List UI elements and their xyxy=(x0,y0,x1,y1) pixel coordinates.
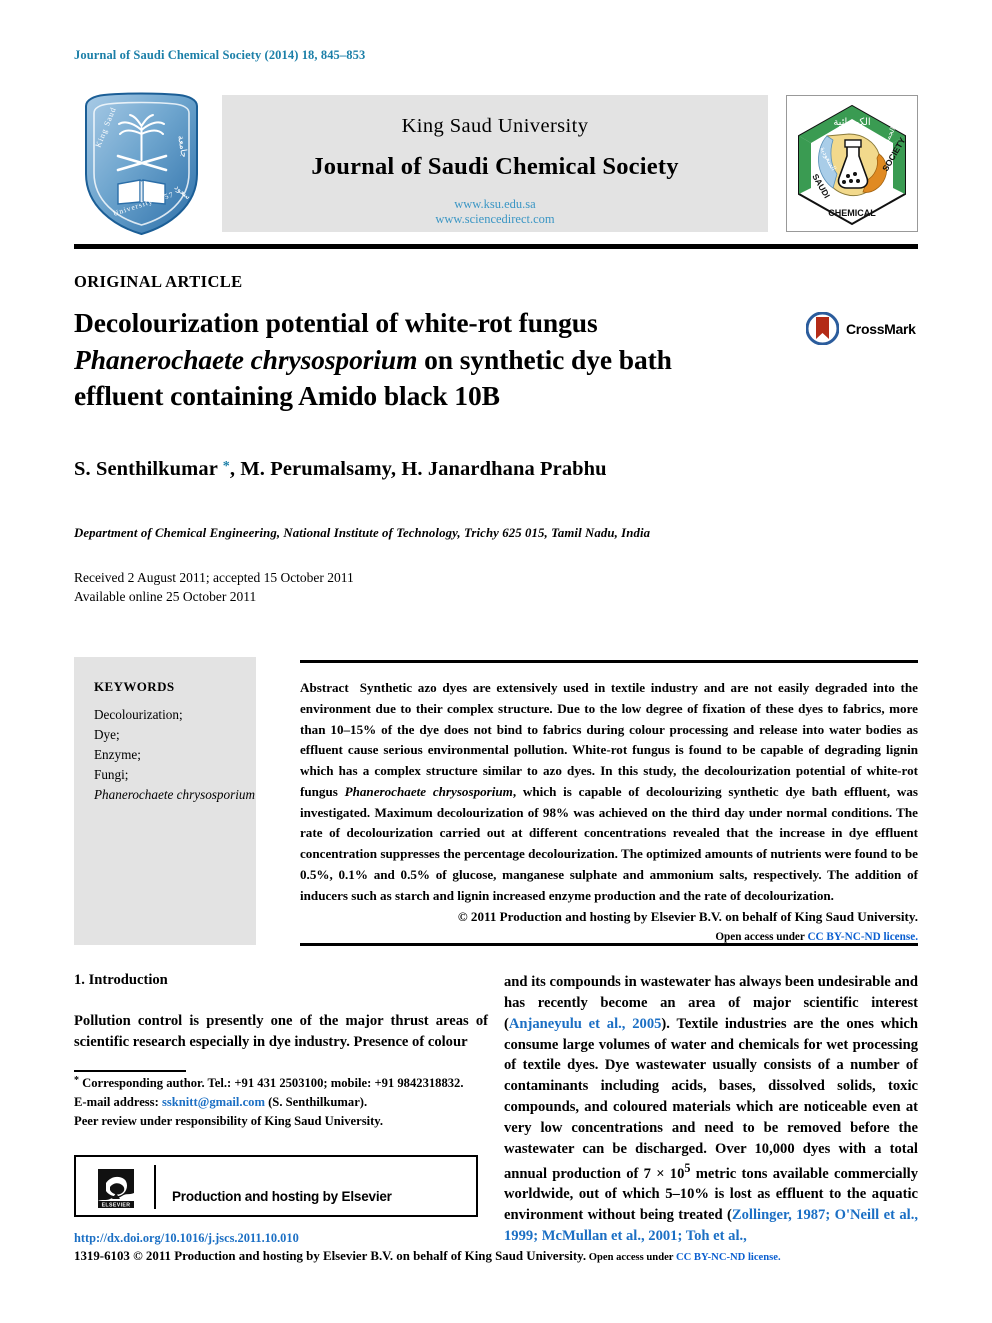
svg-text:CHEMICAL: CHEMICAL xyxy=(828,208,876,218)
keywords-box: KEYWORDS Decolourization; Dye; Enzyme; F… xyxy=(74,657,256,945)
author-first: S. Senthilkumar xyxy=(74,458,223,480)
footnote-block: * Corresponding author. Tel.: +91 431 25… xyxy=(74,1074,488,1130)
cc-license-link[interactable]: CC BY-NC-ND license. xyxy=(807,931,918,943)
footnote-rule xyxy=(74,1070,186,1072)
author-list: S. Senthilkumar *, M. Perumalsamy, H. Ja… xyxy=(74,458,607,481)
article-dates: Received 2 August 2011; accepted 15 Octo… xyxy=(74,568,354,606)
crossmark-label: CrossMark xyxy=(846,321,916,337)
sciencedirect-url-link[interactable]: www.sciencedirect.com xyxy=(222,212,768,227)
email-note: E-mail address: ssknitt@gmail.com (S. Se… xyxy=(74,1093,488,1111)
right-column: and its compounds in wastewater has alwa… xyxy=(504,972,918,1247)
article-type-label: ORIGINAL ARTICLE xyxy=(74,272,243,291)
received-date: Received 2 August 2011; accepted 15 Octo… xyxy=(74,570,354,585)
crossmark-icon xyxy=(805,311,840,346)
open-access-prefix: Open access under xyxy=(715,931,808,943)
email-link[interactable]: ssknitt@gmail.com xyxy=(162,1095,265,1109)
affiliation: Department of Chemical Engineering, Nati… xyxy=(74,526,651,540)
journal-masthead: King Saud University 1957 جامعة الملك سع… xyxy=(74,88,918,238)
elsevier-tree-icon: ELSEVIER xyxy=(92,1163,140,1211)
abstract-bottom-rule xyxy=(300,943,918,946)
publisher-name: King Saud University xyxy=(401,115,589,137)
doi-link[interactable]: http://dx.doi.org/10.1016/j.jscs.2011.10… xyxy=(74,1231,299,1246)
issn-copyright-text: 1319-6103 © 2011 Production and hosting … xyxy=(74,1249,587,1263)
saudi-chemical-society-logo-icon: الكيميائية السعودية الجمعية SAUDI CHEMIC… xyxy=(786,95,918,232)
abstract-top-rule xyxy=(300,660,918,663)
title-line-2-rest: on synthetic dye bath xyxy=(417,343,672,375)
keyword-item: Fungi; xyxy=(94,767,129,783)
corresponding-author-marker: * xyxy=(222,459,230,474)
available-online-date: Available online 25 October 2011 xyxy=(74,589,257,605)
email-suffix: (S. Senthilkumar). xyxy=(264,1095,368,1109)
article-page: Journal of Saudi Chemical Society (2014)… xyxy=(0,0,992,1323)
masthead-title-block: King Saud University Journal of Saudi Ch… xyxy=(222,95,768,232)
corresponding-author-note: * Corresponding author. Tel.: +91 431 25… xyxy=(74,1074,488,1092)
king-saud-university-logo-icon: King Saud University 1957 جامعة الملك سع… xyxy=(74,88,209,238)
intro-paragraph-left: Pollution control is presently one of th… xyxy=(74,1013,488,1050)
title-line-3: effluent containing Amido black 10B xyxy=(74,380,500,412)
email-label: E-mail address: xyxy=(74,1095,162,1109)
intro-right-part-2: ). Textile industries are the ones which… xyxy=(504,1015,918,1182)
left-column: 1. Introduction Pollution control is pre… xyxy=(74,972,488,1053)
ksu-url-link[interactable]: www.ksu.edu.sa xyxy=(222,197,768,212)
keyword-item: Enzyme; xyxy=(94,747,141,763)
citation-link-anjaneyulu[interactable]: Anjaneyulu et al., 2005 xyxy=(509,1016,662,1032)
abstract-label: Abstract xyxy=(300,680,349,695)
abstract: Abstract Synthetic azo dyes are extensive… xyxy=(300,678,918,947)
masthead-divider xyxy=(74,244,918,249)
keyword-item: Decolourization; xyxy=(94,707,183,722)
keyword-item-species: Phanerochaete chrysosporium xyxy=(94,787,256,803)
elsevier-hosting-label: Production and hosting by Elsevier xyxy=(172,1189,392,1204)
elsevier-divider xyxy=(154,1165,156,1209)
elsevier-hosting-box: ELSEVIER Production and hosting by Elsev… xyxy=(74,1155,478,1217)
section-heading-introduction: 1. Introduction xyxy=(74,972,168,988)
abstract-part-1: Synthetic azo dyes are extensively used … xyxy=(300,680,918,799)
corresponding-author-text: Corresponding author. Tel.: +91 431 2503… xyxy=(79,1076,464,1090)
crossmark-badge[interactable]: CrossMark xyxy=(805,311,916,346)
title-line-1: Decolourization potential of white-rot f… xyxy=(74,307,598,338)
journal-name: Journal of Saudi Chemical Society xyxy=(311,153,679,180)
abstract-species: Phanerochaete chrysosporium xyxy=(344,783,513,799)
svg-text:الكيميائية: الكيميائية xyxy=(833,117,870,128)
authors-rest: , M. Perumalsamy, H. Janardhana Prabhu xyxy=(229,458,607,480)
page-title: Decolourization potential of white-rot f… xyxy=(74,305,794,415)
keywords-list: Decolourization; Dye; Enzyme; Fungi; Pha… xyxy=(94,705,259,805)
footer-copyright: 1319-6103 © 2011 Production and hosting … xyxy=(74,1249,781,1264)
keyword-item: Dye; xyxy=(94,727,120,743)
keywords-heading: KEYWORDS xyxy=(94,679,175,694)
abstract-copyright: © 2011 Production and hosting by Elsevie… xyxy=(457,909,918,925)
peer-review-note: Peer review under responsibility of King… xyxy=(74,1114,384,1128)
footer-open-access-prefix: Open access under xyxy=(586,1252,676,1263)
footer-cc-license-link[interactable]: CC BY-NC-ND license. xyxy=(676,1252,781,1263)
svg-text:ELSEVIER: ELSEVIER xyxy=(102,1203,131,1209)
running-head: Journal of Saudi Chemical Society (2014)… xyxy=(74,48,366,62)
title-species: Phanerochaete chrysosporium xyxy=(74,343,418,375)
abstract-part-2: , which is capable of decolourizing synt… xyxy=(300,783,918,903)
masthead-urls: www.ksu.edu.sa www.sciencedirect.com xyxy=(222,197,768,227)
